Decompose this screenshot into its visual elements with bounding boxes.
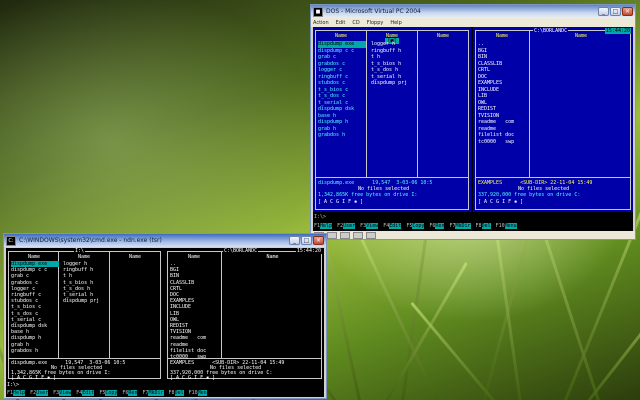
drive-summary: 337,920,000 free bytes on drive C: bbox=[478, 192, 581, 198]
directory-list[interactable]: .. BGI BIN CLASSLIB CRTL DOC EXAMPLES INCLUDE LI… bbox=[170, 261, 220, 360]
maximize-button[interactable]: □ bbox=[301, 236, 312, 245]
column-header[interactable]: Name bbox=[60, 254, 108, 260]
attribute-flags[interactable]: [ A C G I F ▪ ] bbox=[478, 199, 523, 205]
column-header[interactable]: Name bbox=[477, 33, 527, 39]
minimize-button[interactable]: _ bbox=[289, 236, 300, 245]
file-entry[interactable]: grabdos h bbox=[318, 132, 366, 139]
cmd-window[interactable]: C: C:\WINDOWS\system32\cmd.exe - ndn.exe… bbox=[3, 233, 327, 399]
minimize-button[interactable]: _ bbox=[598, 7, 609, 16]
virtual-pc-titlebar[interactable]: ■ DOS - Microsoft Virtual PC 2004 _ □ × bbox=[311, 5, 635, 18]
column-divider bbox=[109, 252, 110, 358]
virtual-pc-title: DOS - Microsoft Virtual PC 2004 bbox=[326, 8, 421, 15]
attribute-flags[interactable]: [ A C G I F ▪ ] bbox=[11, 375, 56, 381]
panel-separator bbox=[475, 177, 631, 178]
function-key-mkdir[interactable]: MkDir bbox=[455, 223, 471, 229]
column-header[interactable]: Name bbox=[111, 254, 159, 260]
function-key-copy[interactable]: Copy bbox=[412, 223, 425, 229]
virtual-pc-statusbar bbox=[311, 231, 635, 239]
function-key-menu[interactable]: Menu bbox=[504, 223, 517, 229]
function-key-ren[interactable]: Ren bbox=[435, 223, 445, 229]
cd-icon[interactable] bbox=[327, 231, 337, 239]
virtual-pc-app-icon: ■ bbox=[313, 6, 323, 17]
file-entry[interactable]: dispdump prj bbox=[63, 298, 109, 304]
floppy-icon[interactable] bbox=[340, 231, 350, 239]
grass-blade bbox=[380, 262, 468, 400]
panel-separator bbox=[315, 177, 469, 178]
attribute-flags[interactable]: [ A C G I F ▪ ] bbox=[318, 199, 363, 205]
cmd-app-icon: C: bbox=[6, 235, 16, 246]
cmd-right-panel[interactable]: C:\BORLANDC 15:44:20 Name Name .. BGI BIN C… bbox=[165, 248, 324, 381]
command-prompt[interactable]: I:\> bbox=[314, 214, 326, 220]
panel-separator bbox=[167, 358, 322, 359]
file-entry[interactable]: dispdump prj bbox=[371, 80, 417, 87]
attribute-flags[interactable]: [ A C G I F ▪ ] bbox=[170, 375, 215, 381]
cmd-left-panel[interactable]: I:\ Name Name Name dispdump exe dispdump … bbox=[6, 248, 163, 381]
virtual-pc-menubar: Action Edit CD Floppy Help bbox=[311, 18, 635, 27]
close-button[interactable]: × bbox=[622, 7, 633, 16]
column-header[interactable]: Name bbox=[533, 33, 629, 39]
maximize-button[interactable]: □ bbox=[610, 7, 621, 16]
menu-floppy[interactable]: Floppy bbox=[367, 20, 384, 26]
menu-help[interactable]: Help bbox=[390, 20, 401, 26]
function-key-bar: F1 Help F2 User F3 View F4 Edit F5 Copy F6 Ren F7 MkD… bbox=[314, 223, 522, 229]
directory-list[interactable]: .. BGI BIN CLASSLIB CRTL DOC EXAMPLES INCLUDE LI… bbox=[478, 41, 528, 145]
function-key-men[interactable]: Men bbox=[197, 390, 207, 396]
file-list-col2[interactable]: logger h ringbuff ht h t_s_bios h t_s_dos h… bbox=[371, 41, 417, 87]
column-divider bbox=[366, 31, 367, 177]
folder-icon[interactable] bbox=[366, 231, 376, 239]
menu-action[interactable]: Action bbox=[313, 20, 329, 26]
column-header[interactable]: Name bbox=[419, 33, 467, 39]
function-key-edit[interactable]: Edit bbox=[82, 390, 95, 396]
column-header[interactable]: Name bbox=[368, 33, 416, 39]
file-list-col1[interactable]: dispdump exe dispdump c c grab c grabdos cl… bbox=[318, 41, 366, 139]
function-key-number: F10 bbox=[188, 390, 198, 396]
column-divider bbox=[529, 31, 530, 177]
function-key-help[interactable]: Help bbox=[320, 223, 333, 229]
dos-right-panel[interactable]: C:\BORLANDC 15:44:20 Name Name .. BGI BIN C… bbox=[473, 27, 633, 212]
panel-separator bbox=[8, 358, 161, 359]
dos-screen[interactable]: [■] Name Name Name dispdump exe dispdump … bbox=[313, 27, 633, 231]
function-key-del[interactable]: Del bbox=[481, 223, 491, 229]
file-list-col1[interactable]: dispdump exe dispdump c c grab c grabdos cl… bbox=[11, 261, 59, 354]
column-header[interactable]: Name bbox=[169, 254, 219, 260]
network-icon[interactable] bbox=[353, 231, 363, 239]
function-key-mkdir[interactable]: MkDir bbox=[148, 390, 164, 396]
grass-blade bbox=[494, 231, 523, 400]
function-key-view[interactable]: View bbox=[366, 223, 379, 229]
dos-left-panel[interactable]: [■] Name Name Name dispdump exe dispdump … bbox=[313, 27, 471, 212]
file-list-col2[interactable]: logger h ringbuff ht h t_s_bios h t_s_dos h… bbox=[63, 261, 109, 304]
cmd-title: C:\WINDOWS\system32\cmd.exe - ndn.exe (t… bbox=[19, 237, 162, 244]
function-key-view[interactable]: View bbox=[59, 390, 72, 396]
column-header[interactable]: Name bbox=[10, 254, 58, 260]
command-prompt[interactable]: I:\> bbox=[7, 382, 19, 388]
menu-cd[interactable]: CD bbox=[352, 20, 359, 26]
close-button[interactable]: × bbox=[313, 236, 324, 245]
drive-summary: 1,342,865K free bytes on drive I: bbox=[318, 192, 418, 198]
function-key-copy[interactable]: Copy bbox=[105, 390, 118, 396]
column-divider bbox=[221, 252, 222, 358]
function-key-number: F10 bbox=[495, 223, 505, 229]
cmd-titlebar[interactable]: C: C:\WINDOWS\system32\cmd.exe - ndn.exe… bbox=[4, 234, 326, 247]
function-key-bar: F1 Help F2 User F3 View F4 Edit F5 Copy F6 Ren F7 MkD… bbox=[7, 390, 212, 396]
column-divider bbox=[417, 31, 418, 177]
menu-edit[interactable]: Edit bbox=[336, 20, 346, 26]
cmd-screen[interactable]: I:\ Name Name Name dispdump exe dispdump … bbox=[6, 248, 324, 397]
function-key-del[interactable]: Del bbox=[174, 390, 184, 396]
file-entry[interactable]: grabdos h bbox=[11, 348, 59, 354]
column-header[interactable]: Name bbox=[317, 33, 365, 39]
function-key-user[interactable]: User bbox=[343, 223, 356, 229]
column-header[interactable]: Name bbox=[225, 254, 320, 260]
selection-status: No files selected bbox=[358, 186, 410, 192]
function-key-edit[interactable]: Edit bbox=[389, 223, 402, 229]
virtual-pc-window[interactable]: ■ DOS - Microsoft Virtual PC 2004 _ □ × … bbox=[310, 4, 636, 240]
function-key-user[interactable]: User bbox=[36, 390, 49, 396]
function-key-help[interactable]: Help bbox=[13, 390, 26, 396]
function-key-ren[interactable]: Ren bbox=[128, 390, 138, 396]
file-entry[interactable]: tc0000 swp bbox=[478, 139, 528, 146]
